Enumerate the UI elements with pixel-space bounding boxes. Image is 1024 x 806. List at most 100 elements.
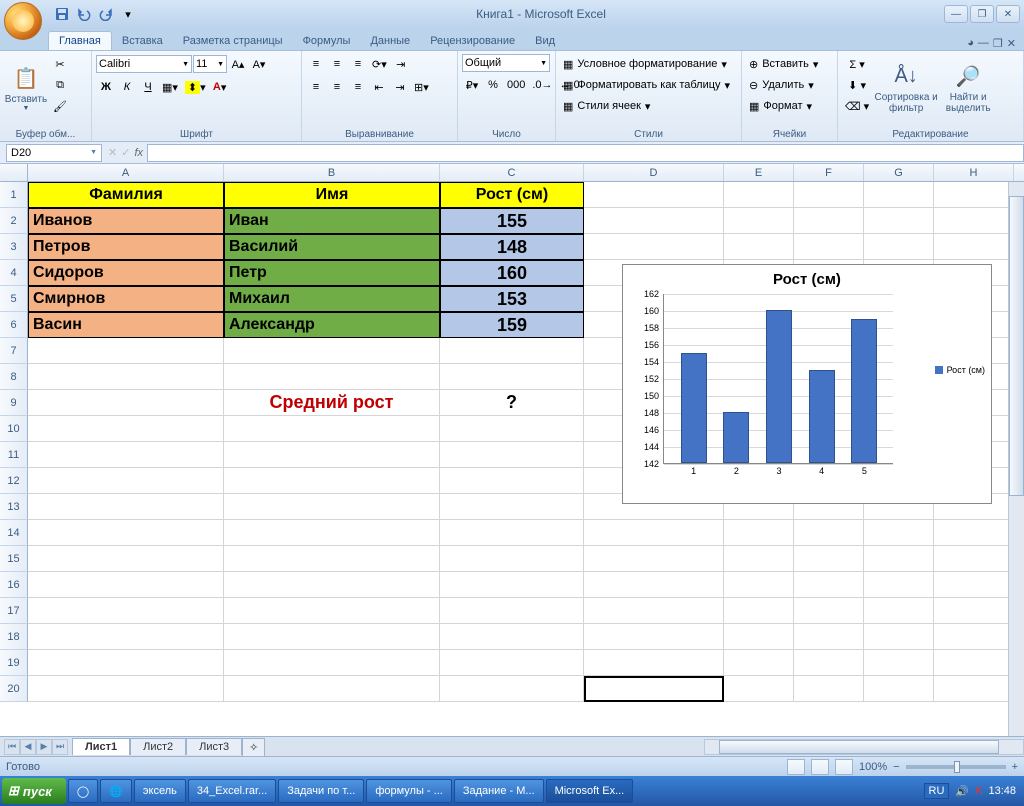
column-header[interactable]: H bbox=[934, 164, 1014, 181]
help-icon[interactable]: ◕ bbox=[967, 37, 974, 50]
cell[interactable]: Смирнов bbox=[28, 286, 224, 312]
cell[interactable] bbox=[864, 182, 934, 208]
conditional-formatting-button[interactable]: ▦Условное форматирование ▾ bbox=[560, 54, 736, 74]
tab-view[interactable]: Вид bbox=[525, 32, 565, 50]
cell[interactable] bbox=[794, 208, 864, 234]
row-header[interactable]: 14 bbox=[0, 520, 28, 546]
percent-button[interactable]: % bbox=[483, 75, 503, 95]
cell[interactable] bbox=[440, 650, 584, 676]
fx-icon[interactable]: fx bbox=[134, 147, 143, 159]
decrease-indent-button[interactable]: ⇤ bbox=[369, 77, 389, 97]
sort-filter-button[interactable]: Å↓ Сортировка и фильтр bbox=[874, 54, 938, 120]
cell[interactable] bbox=[934, 624, 1014, 650]
cell[interactable]: Иван bbox=[224, 208, 440, 234]
cell[interactable] bbox=[28, 442, 224, 468]
cell[interactable] bbox=[724, 598, 794, 624]
wrap-text-button[interactable]: ⇥ bbox=[391, 54, 411, 74]
font-size-select[interactable]: 11▼ bbox=[193, 55, 227, 73]
cell[interactable] bbox=[794, 520, 864, 546]
row-header[interactable]: 1 bbox=[0, 182, 28, 208]
cell[interactable] bbox=[864, 208, 934, 234]
select-all-corner[interactable] bbox=[0, 164, 28, 182]
cell[interactable] bbox=[724, 650, 794, 676]
zoom-out-button[interactable]: − bbox=[893, 761, 899, 773]
increase-decimal-button[interactable]: .0→ bbox=[529, 75, 555, 95]
first-sheet-icon[interactable]: ⏮ bbox=[4, 739, 20, 755]
tray-icon[interactable]: 🔊 bbox=[955, 785, 969, 798]
format-cells-button[interactable]: ▦ Формат ▾ bbox=[746, 96, 832, 116]
tab-home[interactable]: Главная bbox=[48, 31, 112, 50]
cell[interactable] bbox=[584, 182, 724, 208]
comma-button[interactable]: 000 bbox=[504, 75, 528, 95]
italic-button[interactable]: К bbox=[117, 77, 137, 97]
currency-button[interactable]: ₽▾ bbox=[462, 75, 482, 95]
column-header[interactable]: B bbox=[224, 164, 440, 181]
format-painter-button[interactable]: 🖌 bbox=[50, 96, 70, 116]
cell[interactable] bbox=[794, 624, 864, 650]
worksheet[interactable]: ABCDEFGH 1234567891011121314151617181920… bbox=[0, 164, 1024, 736]
font-color-button[interactable]: A▾ bbox=[210, 77, 230, 97]
column-header[interactable]: G bbox=[864, 164, 934, 181]
cancel-formula-icon[interactable]: ✕ bbox=[108, 146, 117, 159]
row-header[interactable]: 15 bbox=[0, 546, 28, 572]
taskbar-app[interactable]: Задачи по т... bbox=[278, 779, 364, 803]
cell[interactable] bbox=[724, 676, 794, 702]
taskbar-app[interactable]: Microsoft Ex... bbox=[546, 779, 634, 803]
cell[interactable]: ? bbox=[440, 390, 584, 416]
cell[interactable] bbox=[440, 468, 584, 494]
cell[interactable] bbox=[224, 442, 440, 468]
row-header[interactable]: 2 bbox=[0, 208, 28, 234]
orientation-button[interactable]: ⟳▾ bbox=[369, 54, 390, 74]
align-center-button[interactable]: ≡ bbox=[327, 77, 347, 97]
cell[interactable] bbox=[28, 390, 224, 416]
cell[interactable] bbox=[440, 416, 584, 442]
cell[interactable] bbox=[28, 338, 224, 364]
cell[interactable] bbox=[584, 572, 724, 598]
cell[interactable] bbox=[794, 546, 864, 572]
font-name-select[interactable]: Calibri▼ bbox=[96, 55, 192, 73]
cell[interactable] bbox=[440, 494, 584, 520]
row-header[interactable]: 8 bbox=[0, 364, 28, 390]
cell[interactable] bbox=[794, 182, 864, 208]
delete-cells-button[interactable]: ⊖ Удалить ▾ bbox=[746, 75, 832, 95]
cell[interactable] bbox=[28, 624, 224, 650]
cut-button[interactable]: ✂ bbox=[50, 54, 70, 74]
cell[interactable] bbox=[584, 676, 724, 702]
cell[interactable] bbox=[584, 234, 724, 260]
align-bottom-button[interactable]: ≡ bbox=[348, 54, 368, 74]
cell[interactable] bbox=[794, 676, 864, 702]
cell[interactable] bbox=[584, 650, 724, 676]
page-break-view-button[interactable] bbox=[835, 759, 853, 775]
clock[interactable]: 13:48 bbox=[988, 785, 1016, 797]
row-header[interactable]: 9 bbox=[0, 390, 28, 416]
vertical-scrollbar[interactable] bbox=[1008, 182, 1024, 736]
quicklaunch-item[interactable]: 🌐 bbox=[100, 779, 132, 803]
cell[interactable] bbox=[584, 598, 724, 624]
column-header[interactable]: E bbox=[724, 164, 794, 181]
mdi-restore-icon[interactable]: ❐ bbox=[993, 37, 1003, 50]
cell[interactable]: 153 bbox=[440, 286, 584, 312]
cell[interactable] bbox=[864, 624, 934, 650]
sheet-tab[interactable]: Лист3 bbox=[186, 738, 242, 755]
prev-sheet-icon[interactable]: ◀ bbox=[20, 739, 36, 755]
cell-styles-button[interactable]: ▦Стили ячеек ▾ bbox=[560, 96, 736, 116]
row-header[interactable]: 12 bbox=[0, 468, 28, 494]
clear-button[interactable]: ⌫ ▾ bbox=[842, 96, 872, 116]
format-as-table-button[interactable]: ▦Форматировать как таблицу ▾ bbox=[560, 75, 736, 95]
cell[interactable] bbox=[28, 520, 224, 546]
align-top-button[interactable]: ≡ bbox=[306, 54, 326, 74]
cell[interactable] bbox=[584, 624, 724, 650]
zoom-level[interactable]: 100% bbox=[859, 761, 887, 773]
cell[interactable] bbox=[794, 234, 864, 260]
align-middle-button[interactable]: ≡ bbox=[327, 54, 347, 74]
cell[interactable] bbox=[440, 338, 584, 364]
cell[interactable]: Рост (см) bbox=[440, 182, 584, 208]
start-button[interactable]: ⊞пуск bbox=[2, 778, 66, 804]
align-left-button[interactable]: ≡ bbox=[306, 77, 326, 97]
cell[interactable]: Петр bbox=[224, 260, 440, 286]
cell[interactable] bbox=[28, 468, 224, 494]
cell[interactable] bbox=[440, 572, 584, 598]
name-box[interactable]: D20▼ bbox=[6, 144, 102, 162]
normal-view-button[interactable] bbox=[787, 759, 805, 775]
sheet-tab[interactable]: Лист2 bbox=[130, 738, 186, 755]
